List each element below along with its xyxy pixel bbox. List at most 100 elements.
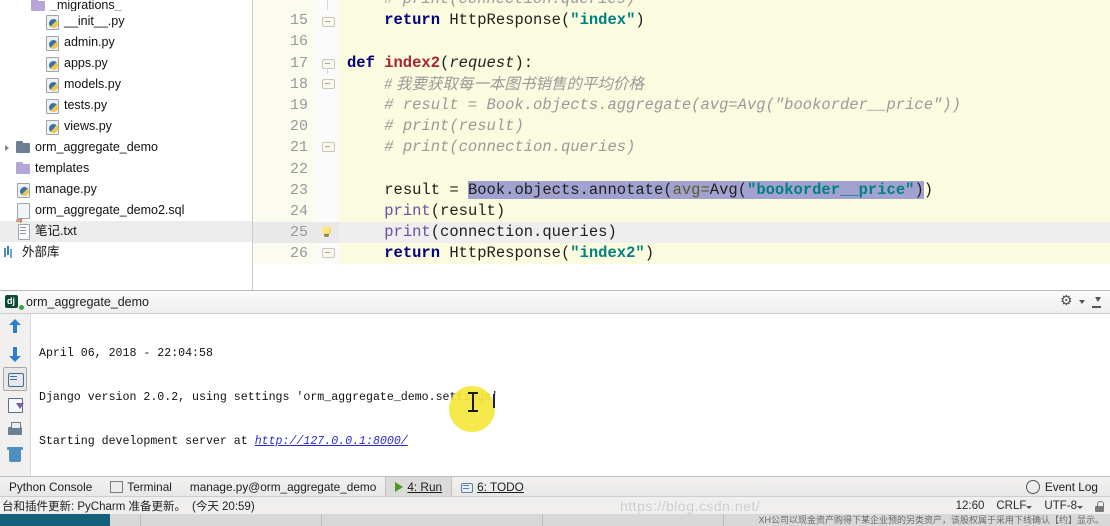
- code-line-current[interactable]: 25 print(connection.queries): [253, 222, 1110, 244]
- tree-item-orm-aggregate-demo2-sql[interactable]: orm_aggregate_demo2.sql: [0, 200, 252, 232]
- minimize-icon[interactable]: [1090, 296, 1103, 309]
- arrow-down-icon[interactable]: [4, 342, 26, 364]
- trash-icon[interactable]: [4, 444, 26, 466]
- caret-position[interactable]: 12:60: [956, 500, 985, 512]
- tree-item-external-libraries[interactable]: 外部库: [0, 242, 252, 263]
- lock-icon[interactable]: [1095, 500, 1104, 512]
- tab-todo[interactable]: 6: TODO: [452, 477, 533, 497]
- mouse-cursor-icon: [467, 392, 479, 412]
- console-output[interactable]: April 06, 2018 - 22:04:58 Django version…: [31, 314, 1110, 481]
- taskbar-active-item[interactable]: [0, 514, 110, 526]
- python-file-icon: [44, 32, 61, 53]
- code-line[interactable]: 22: [253, 158, 1110, 180]
- console-line: Django version 2.0.2, using settings 'or…: [39, 390, 499, 404]
- code-line[interactable]: # print(connection.queries): [253, 0, 1110, 11]
- tree-item-orm-aggregate-demo[interactable]: orm_aggregate_demo: [0, 137, 252, 158]
- tree-item-label: admin.py: [64, 35, 115, 49]
- server-url-link[interactable]: http://127.0.0.1:8000/: [255, 435, 408, 448]
- code-line[interactable]: 23 result = Book.objects.annotate(avg=Av…: [253, 179, 1110, 201]
- code-editor[interactable]: # print(connection.queries) 15 return Ht…: [253, 0, 1110, 290]
- code-text: print(result): [339, 200, 1110, 223]
- python-file-icon: [44, 74, 61, 95]
- code-text: [339, 158, 1110, 180]
- tree-item-label: apps.py: [64, 56, 108, 70]
- code-text: # print(connection.queries): [339, 0, 1110, 11]
- console-title: orm_aggregate_demo: [26, 295, 149, 309]
- run-console-panel: orm_aggregate_demo April 06, 2018 - 22:0…: [0, 290, 1110, 481]
- top-area: _migrations_ __init__.py admin.py apps.p…: [0, 0, 1110, 290]
- line-number: 23: [253, 179, 317, 201]
- code-text: print(connection.queries): [339, 222, 1110, 244]
- tree-item-init-py[interactable]: __init__.py: [0, 11, 252, 32]
- tree-item-notes-txt[interactable]: 笔记.txt: [0, 221, 252, 242]
- line-separator[interactable]: CRLF: [996, 500, 1033, 512]
- console-line: Starting development server at http://12…: [39, 435, 1110, 450]
- line-number: 24: [253, 200, 317, 223]
- fold-gutter[interactable]: [317, 137, 339, 159]
- fold-gutter[interactable]: [317, 52, 339, 75]
- code-line[interactable]: 16: [253, 31, 1110, 53]
- tree-item-admin-py[interactable]: admin.py: [0, 32, 252, 53]
- fold-gutter[interactable]: [317, 31, 339, 53]
- tab-manage-py[interactable]: manage.py@orm_aggregate_demo: [181, 477, 385, 497]
- file-encoding[interactable]: UTF-8: [1044, 500, 1083, 512]
- tree-item-label: orm_aggregate_demo2.sql: [35, 203, 185, 217]
- fold-gutter[interactable]: [317, 116, 339, 138]
- tree-item-label: templates: [35, 161, 90, 175]
- print-icon[interactable]: [4, 419, 26, 441]
- os-taskbar: XH公司以现金资产购得下某企业预的另类资产，该股权属于采用下线确认【约】显示。: [0, 514, 1110, 526]
- tree-item-manage-py[interactable]: manage.py: [0, 179, 252, 200]
- code-line[interactable]: 15 return HttpResponse("index"): [253, 10, 1110, 32]
- code-line[interactable]: 21 # print(connection.queries): [253, 137, 1110, 159]
- python-file-icon: [44, 116, 61, 137]
- project-tree[interactable]: _migrations_ __init__.py admin.py apps.p…: [0, 0, 253, 290]
- chevron-down-icon[interactable]: [1079, 300, 1085, 304]
- tree-item-apps-py[interactable]: apps.py: [0, 53, 252, 74]
- arrow-up-icon[interactable]: [4, 317, 26, 339]
- tree-item-models-py[interactable]: models.py: [0, 74, 252, 95]
- line-number: 16: [253, 31, 317, 53]
- tree-item-label: 外部库: [22, 245, 60, 259]
- event-log-button[interactable]: Event Log: [1045, 480, 1098, 494]
- tree-item-views-py[interactable]: views.py: [0, 116, 252, 137]
- tab-label: Terminal: [127, 480, 172, 494]
- fold-gutter[interactable]: [317, 73, 339, 95]
- tab-terminal[interactable]: Terminal: [101, 477, 181, 497]
- fold-gutter[interactable]: [317, 0, 339, 11]
- code-line[interactable]: 24 print(result): [253, 200, 1110, 223]
- tree-item-label: views.py: [64, 119, 112, 133]
- bottom-tool-window-bar: Python Console Terminal manage.py@orm_ag…: [0, 476, 1110, 497]
- fold-gutter[interactable]: [317, 222, 339, 244]
- soft-wrap-icon[interactable]: [3, 367, 27, 391]
- intention-bulb-icon[interactable]: [321, 226, 332, 238]
- fold-gutter[interactable]: [317, 243, 339, 265]
- fold-gutter[interactable]: [317, 158, 339, 180]
- fold-gutter[interactable]: [317, 179, 339, 201]
- fold-gutter[interactable]: [317, 94, 339, 117]
- tree-item-migrations[interactable]: _migrations_: [0, 0, 252, 11]
- save-icon[interactable]: [4, 394, 26, 416]
- code-text: # 我要获取每一本图书销售的平均价格: [339, 73, 1110, 95]
- tab-run[interactable]: 4: Run: [385, 477, 453, 497]
- tree-item-label: models.py: [64, 77, 121, 91]
- code-line[interactable]: 20 # print(result): [253, 116, 1110, 138]
- tree-item-label: 笔记.txt: [35, 224, 77, 238]
- library-icon: [2, 242, 19, 263]
- gear-icon[interactable]: [1060, 292, 1074, 309]
- code-line[interactable]: 19 # result = Book.objects.aggregate(avg…: [253, 94, 1110, 117]
- code-line[interactable]: 26 return HttpResponse("index2"): [253, 243, 1110, 265]
- tab-python-console[interactable]: Python Console: [0, 477, 101, 497]
- code-line[interactable]: 17 def index2(request):: [253, 52, 1110, 75]
- line-number: 15: [253, 10, 317, 32]
- fold-gutter[interactable]: [317, 200, 339, 223]
- tree-item-templates[interactable]: templates: [0, 158, 252, 179]
- tree-item-label: _migrations_: [50, 0, 122, 11]
- code-text: return HttpResponse("index2"): [339, 243, 1110, 265]
- fold-gutter[interactable]: [317, 10, 339, 32]
- tree-item-tests-py[interactable]: tests.py: [0, 95, 252, 116]
- code-line[interactable]: 18 # 我要获取每一本图书销售的平均价格: [253, 73, 1110, 95]
- chevron-right-icon[interactable]: [2, 137, 15, 158]
- sql-file-icon: [15, 200, 32, 232]
- watermark: https://blog.csdn.net/: [620, 498, 761, 514]
- tree-item-label: manage.py: [35, 182, 97, 196]
